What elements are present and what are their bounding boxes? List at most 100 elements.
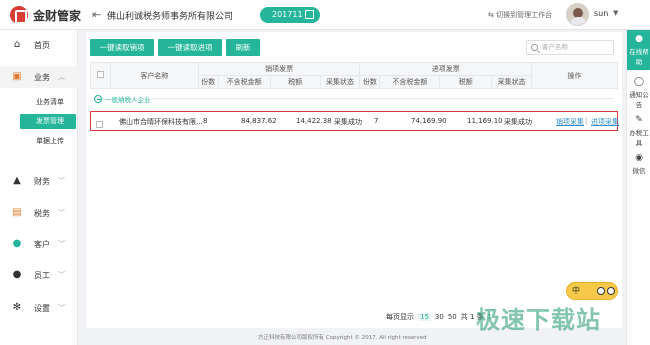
sales-amount: 84,837.62 xyxy=(241,117,277,125)
tax-icon: ▤ xyxy=(12,207,22,218)
briefcase-icon: ▣ xyxy=(12,71,22,82)
group-divider xyxy=(148,98,614,99)
sidebar-item-tax[interactable]: ▤ 税务 ﹀ xyxy=(0,202,78,224)
input-tax: 11,169.10 xyxy=(467,117,503,125)
finance-icon: ▲ xyxy=(13,175,21,186)
sidebar-item-home[interactable]: ⌂ 首页 xyxy=(0,34,78,56)
input-amount: 74,169.90 xyxy=(411,117,447,125)
input-count: 7 xyxy=(374,117,379,125)
avatar[interactable] xyxy=(566,3,589,26)
col-input-status: 采集状态 xyxy=(491,75,533,89)
sidebar-item-label: 财务 xyxy=(34,176,50,186)
user-help-icon: ● xyxy=(635,34,643,44)
sidebar-item-staff[interactable]: ● 员工 ﹀ xyxy=(0,264,78,286)
chevron-up-icon: ︿ xyxy=(58,73,65,81)
ime-label: 中 xyxy=(572,286,580,295)
sidebar: ⌂ 首页 ▣ 业务 ︿ 业务清单 发票管理 单据上传 ▲ 财务 ﹀ ▤ 税务 ﹀… xyxy=(0,30,78,345)
select-all-cell xyxy=(90,62,111,89)
col-input-amount: 不含税金额 xyxy=(379,75,441,89)
sidebar-item-business[interactable]: ▣ 业务 ︿ xyxy=(0,66,78,88)
home-icon: ⌂ xyxy=(13,39,21,50)
rail-notices-label: 通知公告 xyxy=(629,91,649,109)
input-status: 采集成功 xyxy=(504,118,532,126)
mascot-eye-icon xyxy=(607,287,615,295)
app-logo[interactable]: 金财管家 xyxy=(10,6,81,24)
input-method-widget[interactable]: 中 xyxy=(566,282,618,300)
rail-tax-tools[interactable]: ✎ 办税工具 xyxy=(627,112,650,148)
footer-copyright: 方正科技有限公司版权所有 Copyright © 2017. All right… xyxy=(258,335,427,341)
sidebar-item-label: 设置 xyxy=(34,303,50,313)
sidebar-item-finance[interactable]: ▲ 财务 ﹀ xyxy=(0,170,78,192)
page-size-15[interactable]: 15 xyxy=(418,313,431,321)
collect-input-link[interactable]: 进项采集 xyxy=(591,117,619,127)
sidebar-subitem-invoice-management[interactable]: 发票管理 xyxy=(20,114,76,129)
rail-help-label: 在线帮助 xyxy=(629,48,649,66)
customers-icon: ● xyxy=(12,238,22,249)
invoice-panel: 一键读取销项 一键读取进项 刷新 客户名称 客户名称 销项发票 进项发票 操作 … xyxy=(86,32,622,328)
collect-sales-link[interactable]: 销项采集 xyxy=(556,117,584,127)
page-size-50[interactable]: 50 xyxy=(448,313,457,321)
calendar-icon xyxy=(305,10,314,19)
sidebar-item-label: 员工 xyxy=(34,270,50,280)
invoice-table: 客户名称 销项发票 进项发票 操作 份数 不含税金额 税额 采集状态 份数 不含… xyxy=(90,62,618,89)
table-row[interactable]: 佛山市合晴环保科技有限... 8 84,837.62 14,422.38 采集成… xyxy=(90,111,619,131)
period-selector[interactable]: 201711 xyxy=(260,7,320,23)
col-input-tax: 税额 xyxy=(439,75,493,89)
mascot-eye-icon xyxy=(597,287,605,295)
rail-wechat[interactable]: ◉ 微信 xyxy=(627,150,650,180)
sidebar-item-settings[interactable]: ✻ 设置 ﹀ xyxy=(0,297,78,319)
rail-tax-tools-label: 办税工具 xyxy=(629,129,649,147)
col-sales-tax: 税额 xyxy=(269,75,321,89)
read-sales-button[interactable]: 一键读取销项 xyxy=(90,39,154,56)
group-toggle[interactable]: 一般纳税人企业 xyxy=(94,94,151,104)
table-header-row: 客户名称 销项发票 进项发票 操作 xyxy=(90,62,618,89)
app-title: 金财管家 xyxy=(33,8,82,23)
sidebar-item-customers[interactable]: ● 客户 ﹀ xyxy=(0,233,78,255)
customer-name: 佛山市合晴环保科技有限... xyxy=(119,118,203,126)
chevron-down-icon[interactable]: ▼ xyxy=(613,9,618,17)
search-icon xyxy=(531,44,538,51)
sidebar-subitem-document-upload[interactable]: 单据上传 xyxy=(20,134,76,149)
collapse-group-icon xyxy=(94,95,102,103)
watermark: 极速下载站 xyxy=(476,306,601,334)
chevron-down-icon: ﹀ xyxy=(58,240,65,248)
col-operations: 操作 xyxy=(531,62,618,89)
rail-notices[interactable]: ◯ 通知公告 xyxy=(627,74,650,110)
wechat-icon: ◉ xyxy=(635,153,643,163)
chat-bubble-icon: ◯ xyxy=(634,77,645,87)
switch-workbench-link[interactable]: ⇆ 切换到管理工作台 xyxy=(488,10,552,20)
search-input[interactable]: 客户名称 xyxy=(526,40,614,55)
col-group-input: 进项发票 xyxy=(359,62,533,76)
link-separator: | xyxy=(585,117,588,125)
col-sales-amount: 不含税金额 xyxy=(217,75,271,89)
chevron-down-icon: ﹀ xyxy=(58,177,65,185)
rail-help[interactable]: ● 在线帮助 xyxy=(627,30,650,70)
refresh-button[interactable]: 刷新 xyxy=(226,39,260,56)
company-name: 佛山利诚税务师事务所有限公司 xyxy=(107,12,234,22)
col-sales-count: 份数 xyxy=(197,75,219,89)
gear-icon: ✻ xyxy=(12,302,22,313)
chevron-down-icon: ﹀ xyxy=(58,271,65,279)
rail-wechat-label: 微信 xyxy=(632,167,646,175)
sidebar-item-label: 税务 xyxy=(34,208,50,218)
search-placeholder: 客户名称 xyxy=(542,43,568,51)
switch-workbench-label: 切换到管理工作台 xyxy=(496,11,553,19)
col-group-sales: 销项发票 xyxy=(197,62,361,76)
collapse-sidebar-icon[interactable]: ⇤ xyxy=(92,8,101,21)
select-all-checkbox[interactable] xyxy=(96,71,104,78)
chevron-down-icon: ﹀ xyxy=(58,304,65,312)
brand-icon xyxy=(10,6,28,24)
page-size-30[interactable]: 30 xyxy=(435,313,444,321)
username[interactable]: sun xyxy=(594,9,608,18)
period-value: 201711 xyxy=(272,10,303,19)
col-sales-status: 采集状态 xyxy=(319,75,361,89)
read-input-button[interactable]: 一键读取进项 xyxy=(158,39,222,56)
sidebar-item-label: 客户 xyxy=(34,239,50,249)
sidebar-item-label: 首页 xyxy=(34,40,50,50)
sales-count: 8 xyxy=(203,117,208,125)
right-rail: ● 在线帮助 ◯ 通知公告 ✎ 办税工具 ◉ 微信 xyxy=(626,30,650,345)
col-customer: 客户名称 xyxy=(109,62,199,89)
sidebar-subitem-business-list[interactable]: 业务清单 xyxy=(20,95,76,110)
row-checkbox[interactable] xyxy=(96,121,103,128)
sales-status: 采集成功 xyxy=(334,118,362,126)
